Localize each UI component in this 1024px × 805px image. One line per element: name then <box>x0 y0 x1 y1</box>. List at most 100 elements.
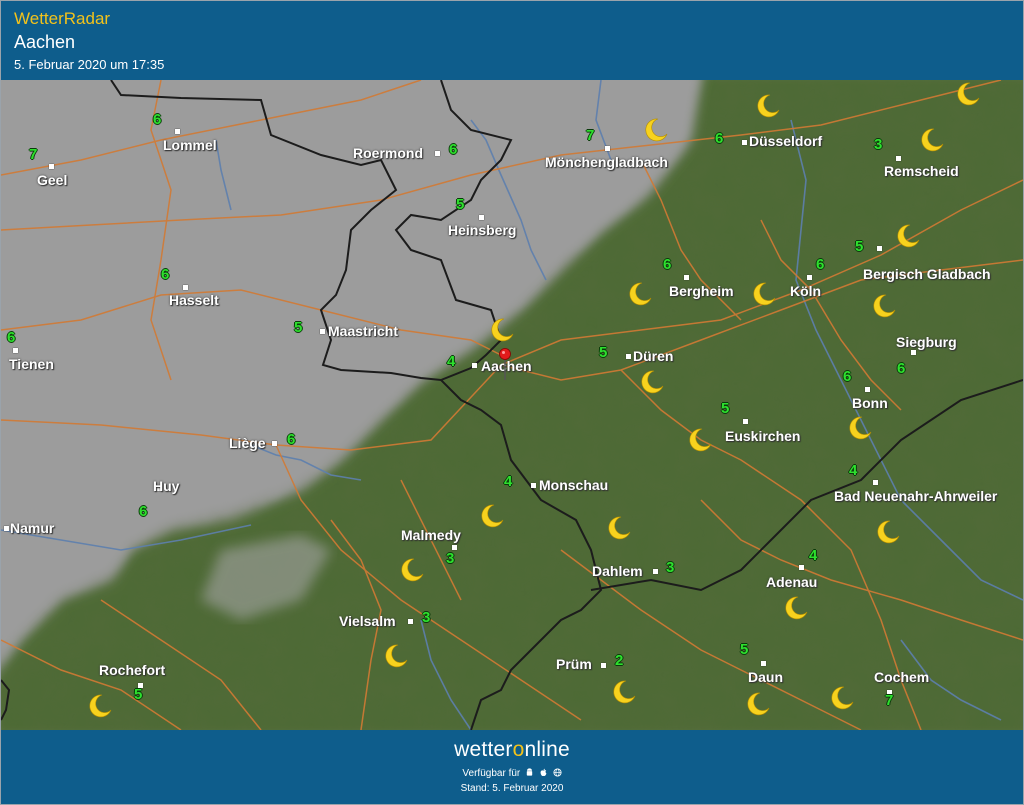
city-marker-euskirchen[interactable] <box>743 419 748 424</box>
city-label-duren[interactable]: Düren <box>633 348 673 364</box>
city-label-adenau[interactable]: Adenau <box>766 574 817 590</box>
city-marker-monschau[interactable] <box>531 483 536 488</box>
crescent-moon-icon <box>897 224 920 248</box>
temperature-euskirchen: 5 <box>721 400 730 417</box>
crescent-moon-icon <box>849 416 872 440</box>
city-marker-bergisch-gladbach[interactable] <box>877 246 882 251</box>
crescent-moon-icon <box>613 680 636 704</box>
city-label-geel[interactable]: Geel <box>37 172 67 188</box>
data-stand-date: Stand: 5. Februar 2020 <box>460 783 564 794</box>
crescent-moon-icon <box>877 520 900 544</box>
city-label-monschau[interactable]: Monschau <box>539 477 608 493</box>
city-marker-koln[interactable] <box>807 275 812 280</box>
city-label-koln[interactable]: Köln <box>790 283 821 299</box>
city-marker-hasselt[interactable] <box>183 285 188 290</box>
crescent-moon-icon <box>629 282 652 306</box>
city-marker-adenau[interactable] <box>799 565 804 570</box>
city-marker-siegburg[interactable] <box>911 350 916 355</box>
temperature-vielsalm: 3 <box>422 609 431 626</box>
city-label-dusseldorf[interactable]: Düsseldorf <box>749 133 822 149</box>
crescent-moon-icon <box>689 428 712 452</box>
temperature-koln: 6 <box>816 256 825 273</box>
city-marker-bonn[interactable] <box>865 387 870 392</box>
temperature-liege: 6 <box>287 431 296 448</box>
city-label-remscheid[interactable]: Remscheid <box>884 163 959 179</box>
city-marker-roermond[interactable] <box>435 151 440 156</box>
city-marker-heinsberg[interactable] <box>479 215 484 220</box>
city-marker-monchengladbach[interactable] <box>605 146 610 151</box>
city-label-dahlem[interactable]: Dahlem <box>592 563 643 579</box>
temperature-bergheim: 6 <box>663 256 672 273</box>
crescent-moon-icon <box>641 370 664 394</box>
temperature-dusseldorf: 6 <box>715 130 724 147</box>
city-marker-aachen[interactable] <box>472 363 477 368</box>
city-label-vielsalm[interactable]: Vielsalm <box>339 613 396 629</box>
city-marker-bergheim[interactable] <box>684 275 689 280</box>
city-label-hasselt[interactable]: Hasselt <box>169 292 219 308</box>
wetteronline-logo[interactable]: wetteronline <box>1 738 1023 762</box>
crescent-moon-icon <box>645 118 668 142</box>
city-marker-remscheid[interactable] <box>896 156 901 161</box>
temperature-monschau: 4 <box>504 473 513 490</box>
city-marker-namur[interactable] <box>4 526 9 531</box>
city-label-heinsberg[interactable]: Heinsberg <box>448 222 516 238</box>
available-label: Verfügbar für <box>462 768 521 779</box>
city-marker-tienen[interactable] <box>13 348 18 353</box>
web-icon[interactable] <box>553 768 562 777</box>
city-label-prum[interactable]: Prüm <box>556 656 592 672</box>
app-title: WetterRadar <box>14 9 111 28</box>
temperature-aachen: 4 <box>447 353 456 370</box>
city-label-cochem[interactable]: Cochem <box>874 669 929 685</box>
crescent-moon-icon <box>785 596 808 620</box>
crescent-moon-icon <box>873 294 896 318</box>
city-marker-liege[interactable] <box>272 441 277 446</box>
crescent-moon-icon <box>385 644 408 668</box>
crescent-moon-icon <box>747 692 770 716</box>
city-marker-prum[interactable] <box>601 663 606 668</box>
city-label-roermond[interactable]: Roermond <box>353 145 423 161</box>
city-label-bergheim[interactable]: Bergheim <box>669 283 734 299</box>
apple-icon[interactable] <box>539 768 548 777</box>
city-label-namur[interactable]: Namur <box>10 520 54 536</box>
city-marker-geel[interactable] <box>49 164 54 169</box>
temperature-maastricht: 5 <box>294 319 303 336</box>
city-label-rochefort[interactable]: Rochefort <box>99 662 165 678</box>
city-label-daun[interactable]: Daun <box>748 669 783 685</box>
city-label-monchengladbach[interactable]: Mönchengladbach <box>545 154 668 170</box>
temperature-rochefort: 5 <box>134 686 143 703</box>
temperature-roermond: 6 <box>449 141 458 158</box>
city-label-huy[interactable]: Huy <box>153 478 179 494</box>
city-marker-daun[interactable] <box>761 661 766 666</box>
city-marker-vielsalm[interactable] <box>408 619 413 624</box>
temperature-bad-neuenahr-ahrweiler: 4 <box>849 462 858 479</box>
temperature-remscheid: 3 <box>874 136 883 153</box>
crescent-moon-icon <box>753 282 776 306</box>
crescent-moon-icon <box>608 516 631 540</box>
temperature-siegburg: 6 <box>897 360 906 377</box>
temperature-adenau: 4 <box>809 547 818 564</box>
radar-map[interactable]: Lommel 6 Geel 7 Roermond 6 Mönchengladbach 7 Düs… <box>1 80 1023 730</box>
city-label-bad-neuenahr-ahrweiler[interactable]: Bad Neuenahr-Ahrweiler <box>834 488 997 504</box>
city-label-euskirchen[interactable]: Euskirchen <box>725 428 800 444</box>
city-marker-maastricht[interactable] <box>320 329 325 334</box>
city-label-siegburg[interactable]: Siegburg <box>896 334 957 350</box>
temperature-lommel: 6 <box>153 111 162 128</box>
location-title: Aachen <box>14 32 76 52</box>
temperature-huy: 6 <box>139 503 148 520</box>
location-pin-icon[interactable] <box>499 348 511 380</box>
city-label-lommel[interactable]: Lommel <box>163 137 217 153</box>
temperature-daun: 5 <box>740 641 749 658</box>
android-icon[interactable] <box>525 768 534 777</box>
city-label-bonn[interactable]: Bonn <box>852 395 888 411</box>
city-label-tienen[interactable]: Tienen <box>9 356 54 372</box>
city-label-maastricht[interactable]: Maastricht <box>328 323 398 339</box>
city-label-bergisch-gladbach[interactable]: Bergisch Gladbach <box>863 266 991 282</box>
city-marker-lommel[interactable] <box>175 129 180 134</box>
city-label-malmedy[interactable]: Malmedy <box>401 527 461 543</box>
city-marker-bad-neuenahr-ahrweiler[interactable] <box>873 480 878 485</box>
city-label-liege[interactable]: Liège <box>229 435 266 451</box>
city-marker-dusseldorf[interactable] <box>742 140 747 145</box>
city-marker-dahlem[interactable] <box>653 569 658 574</box>
header: WetterRadar Aachen 5. Februar 2020 um 17… <box>1 1 1023 80</box>
city-marker-duren[interactable] <box>626 354 631 359</box>
